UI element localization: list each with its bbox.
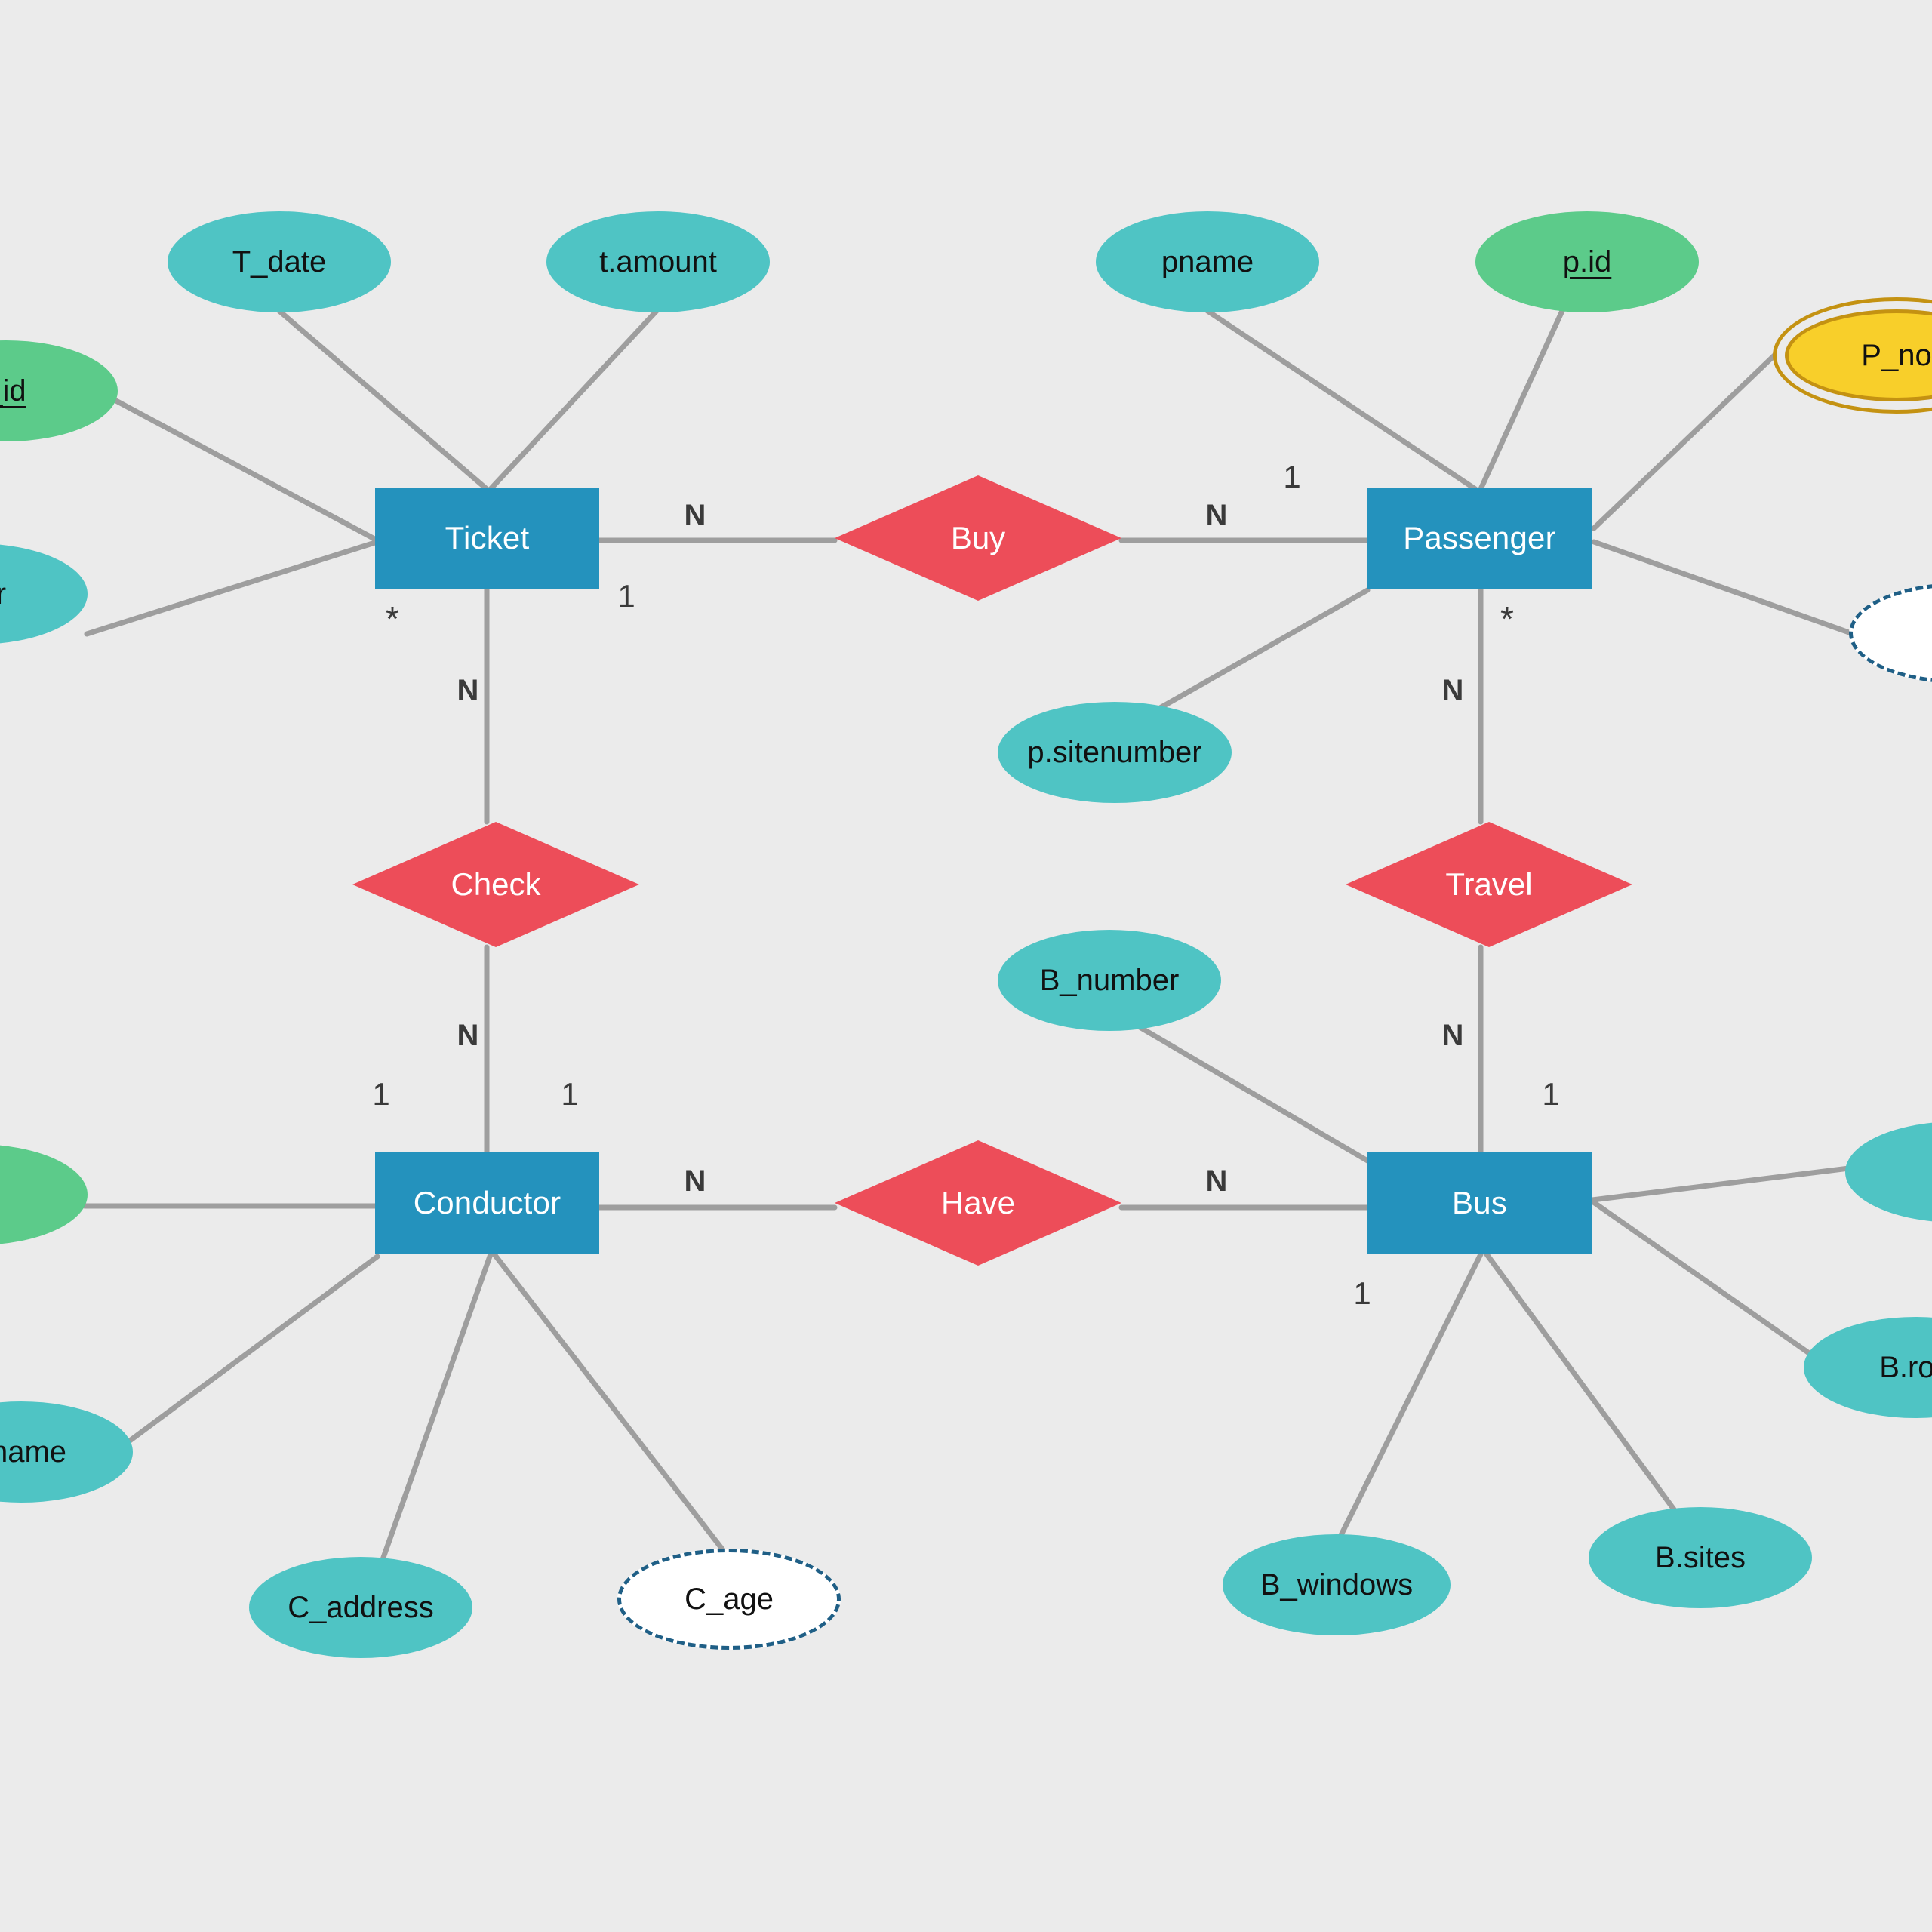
entity-label: Bus — [1452, 1185, 1507, 1220]
cardinality-label-bus-travel-1: 1 — [1542, 1076, 1560, 1112]
cardinality-label-ticket-star: * — [386, 599, 399, 638]
cardinality-label-ticket-buy-n: N — [684, 498, 706, 532]
attribute-ellipse-pname[interactable]: pname — [1096, 211, 1319, 312]
cardinality-label-conductor-have-n: N — [684, 1164, 706, 1198]
connector-line — [1591, 539, 1852, 635]
entity-box-bus[interactable]: Bus — [1367, 1152, 1592, 1254]
connector-line — [1141, 587, 1371, 720]
attribute-ellipse-b_windows[interactable]: B_windows — [1223, 1534, 1451, 1635]
attribute-label: t.amount — [599, 245, 717, 278]
connector-line — [1589, 1198, 1814, 1358]
connector-line — [84, 539, 380, 637]
cardinality-label-check-conductor-n: N — [457, 1018, 479, 1052]
attribute-ellipse-c_address[interactable]: C_address — [249, 1557, 472, 1658]
connector-line — [1591, 352, 1778, 531]
connector-line — [1478, 308, 1565, 492]
connector-line — [124, 1254, 380, 1446]
cardinality-label-conductor-right-1: 1 — [561, 1076, 579, 1112]
attribute-ellipse-p_sitenumber[interactable]: p.sitenumber — [998, 702, 1232, 803]
er-diagram-canvas: T_date t.amount _idnber pname p.id P_no p.site… — [0, 0, 1932, 1932]
entity-box-conductor[interactable]: Conductor — [375, 1152, 599, 1254]
connector-line — [276, 308, 490, 492]
relationship-diamond-travel[interactable]: Travel — [1346, 822, 1632, 947]
attribute-label: p.id — [1562, 245, 1612, 278]
entity-box-ticket[interactable]: Ticket — [375, 488, 599, 589]
attribute-label: cname — [0, 1435, 67, 1469]
cardinality-label-ticket-check-n: N — [457, 673, 479, 707]
entity-box-passenger[interactable]: Passenger — [1367, 488, 1592, 589]
attribute-label: C_age — [685, 1583, 774, 1616]
attribute-label: P_no — [1861, 339, 1932, 372]
attribute-ellipse-c_age[interactable]: C_age — [617, 1549, 841, 1650]
attribute-label: B.sites — [1654, 1541, 1746, 1574]
connector-line — [110, 396, 380, 543]
relationship-diamond-have[interactable]: Have — [835, 1140, 1121, 1266]
attribute-label: B.rou — [1879, 1351, 1932, 1384]
relationship-diamond-check[interactable]: Check — [352, 822, 639, 947]
attribute-ellipse-b_sites[interactable]: B.sites — [1589, 1507, 1812, 1608]
relationship-label: Buy — [950, 520, 1006, 555]
attribute-label: T_date — [232, 245, 327, 278]
connector-line — [373, 1251, 494, 1582]
entity-label: Passenger — [1403, 520, 1556, 555]
connector-line — [1484, 1251, 1677, 1512]
attribute-label: B_windows — [1260, 1568, 1414, 1601]
cardinality-label-bus-bottom-1: 1 — [1353, 1275, 1371, 1311]
cardinality-label-ticket-check-1: 1 — [617, 578, 635, 614]
attribute-ellipse-b_number[interactable]: B_number — [998, 930, 1221, 1031]
connector-line — [491, 1251, 737, 1567]
attribute-label: _id — [0, 374, 26, 408]
connector-line — [488, 308, 660, 492]
connector-line — [1204, 308, 1478, 492]
connector-line — [1589, 1165, 1852, 1203]
attribute-label: pname — [1161, 245, 1254, 278]
cardinality-label-passenger-travel-n: N — [1441, 673, 1464, 707]
entity-label: Conductor — [413, 1185, 561, 1220]
attribute-label: p.sitenumber — [1027, 736, 1202, 769]
cardinality-label-conductor-left-1: 1 — [372, 1076, 390, 1112]
cardinality-label-travel-bus-n: N — [1441, 1018, 1464, 1052]
cardinality-label-passenger-star: * — [1500, 599, 1514, 638]
relationship-label: Travel — [1445, 866, 1533, 902]
cardinality-label-buy-passenger-n: N — [1205, 498, 1228, 532]
entity-label: Ticket — [445, 520, 530, 555]
cardinality-label-have-bus-n: N — [1205, 1164, 1228, 1198]
attribute-ellipse-p_id[interactable]: p.id — [1475, 211, 1699, 312]
relationship-label: Have — [940, 1185, 1016, 1220]
attribute-label: nber — [0, 577, 7, 611]
attribute-label: B_number — [1039, 964, 1180, 997]
attribute-ellipse-t_date[interactable]: T_date — [168, 211, 391, 312]
attribute-ellipse-t_amount[interactable]: t.amount — [546, 211, 770, 312]
cardinality-label-passenger-buy-1: 1 — [1283, 459, 1301, 494]
relationship-diamond-buy[interactable]: Buy — [835, 475, 1121, 601]
attribute-label: C_address — [288, 1591, 434, 1624]
connector-line — [1129, 1020, 1371, 1164]
relationship-label: Check — [451, 866, 541, 902]
